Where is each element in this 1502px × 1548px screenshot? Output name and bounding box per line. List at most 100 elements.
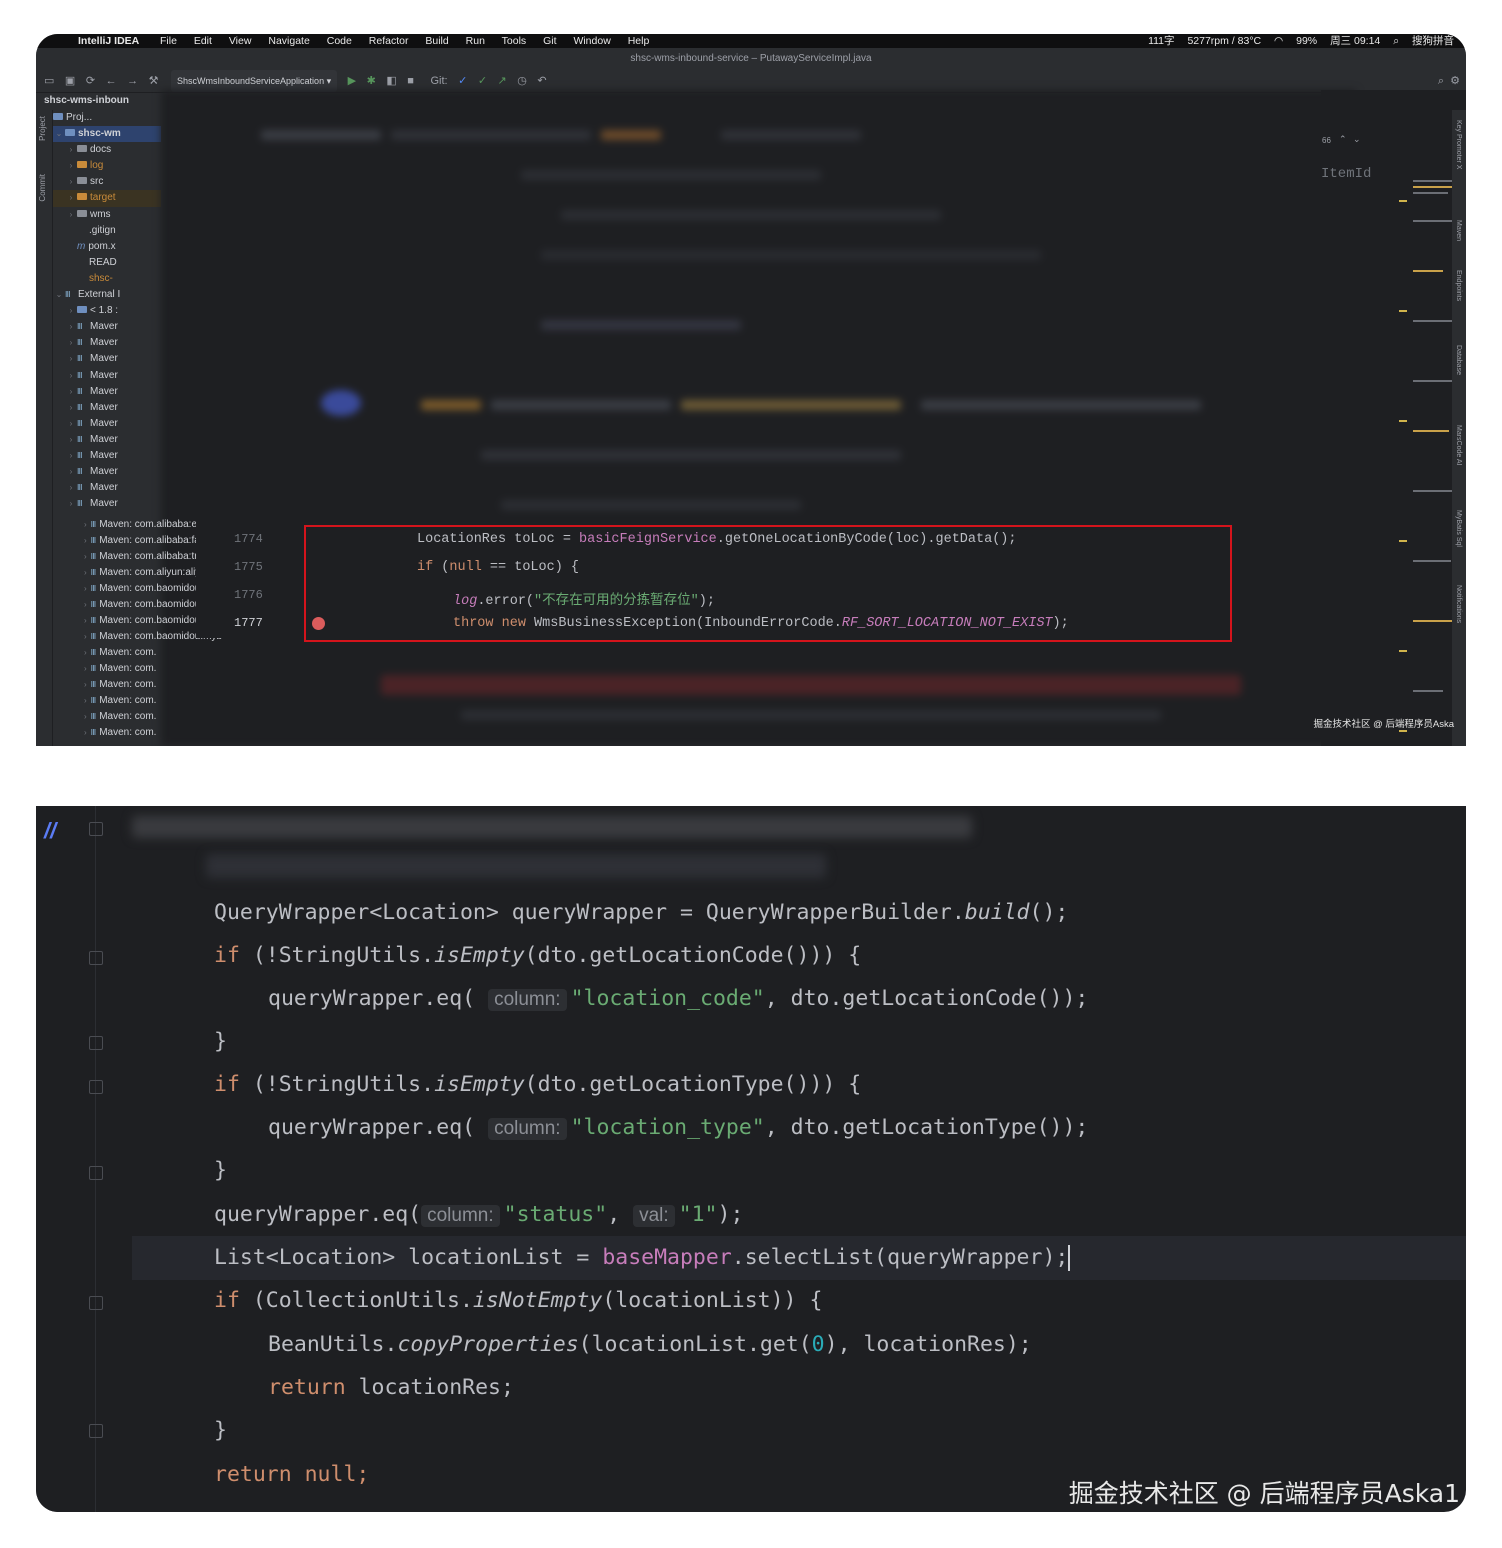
- code-line-eq-location-code[interactable]: queryWrapper.eq( column: "location_code",…: [268, 986, 1088, 1011]
- menu-tools[interactable]: Tools: [502, 35, 527, 47]
- endpoints-tab[interactable]: Endpoints: [1455, 270, 1462, 301]
- settings-gear-icon[interactable]: ⚙: [1450, 70, 1460, 92]
- code-line-select-list[interactable]: List<Location> locationList = baseMapper…: [214, 1245, 1071, 1271]
- fold-marker-icon[interactable]: [89, 1424, 103, 1438]
- key-promoter-tab[interactable]: Key Promoter X: [1455, 120, 1462, 169]
- tree-item-shsc[interactable]: shsc-: [53, 271, 161, 287]
- project-breadcrumb[interactable]: shsc-wms-inboun: [36, 93, 164, 109]
- project-panel-header[interactable]: Proj...: [53, 110, 161, 126]
- git-update-icon[interactable]: ✓: [458, 70, 467, 92]
- tree-item-target[interactable]: › target: [53, 190, 161, 207]
- menu-window[interactable]: Window: [573, 35, 610, 47]
- run-config-select[interactable]: ShscWmsInboundServiceApplication ▾: [171, 70, 338, 92]
- tree-item-docs[interactable]: › docs: [53, 142, 161, 158]
- fold-marker-icon[interactable]: [89, 1036, 103, 1050]
- tree-maven-item[interactable]: › Ⅲ Maver: [53, 480, 161, 496]
- clock[interactable]: 周三 09:14: [1330, 35, 1380, 47]
- tree-maven-item[interactable]: › Ⅲ Maver: [53, 416, 161, 432]
- tree-maven-item[interactable]: › Ⅲ Maven: com.: [84, 695, 156, 706]
- code-line-if-not-empty[interactable]: if (CollectionUtils.isNotEmpty(locationL…: [214, 1288, 822, 1313]
- back-icon[interactable]: ←: [106, 70, 117, 92]
- menu-view[interactable]: View: [229, 35, 252, 47]
- code-line-query-wrapper[interactable]: QueryWrapper<Location> queryWrapper = Qu…: [214, 900, 1068, 925]
- code-line-return-null[interactable]: return null;: [214, 1462, 369, 1487]
- tree-maven-item[interactable]: › Ⅲ Maven: com.: [84, 663, 156, 674]
- tree-jdk[interactable]: › < 1.8 :: [53, 303, 161, 319]
- tree-maven-item[interactable]: › Ⅲ Maver: [53, 432, 161, 448]
- fold-marker-icon[interactable]: [89, 822, 103, 836]
- fan-temp[interactable]: 5277rpm / 83°C: [1187, 35, 1261, 47]
- sync-icon[interactable]: ⟳: [86, 70, 95, 92]
- tree-maven-item[interactable]: › Ⅲ Maver: [53, 319, 161, 335]
- menu-navigate[interactable]: Navigate: [268, 35, 309, 47]
- forward-icon[interactable]: →: [127, 70, 138, 92]
- code-line-return-location-res[interactable]: return locationRes;: [268, 1375, 514, 1400]
- notifications-tab[interactable]: Notifications: [1455, 585, 1462, 623]
- find-next-icon[interactable]: ⌄: [1353, 134, 1361, 145]
- code-line-if-location-code[interactable]: if (!StringUtils.isEmpty(dto.getLocation…: [214, 943, 861, 968]
- fold-marker-icon[interactable]: [89, 951, 103, 965]
- code-line-close-brace[interactable]: }: [214, 1418, 227, 1443]
- menu-help[interactable]: Help: [628, 35, 650, 47]
- tree-external-libs[interactable]: ⌄ Ⅲ External I: [53, 287, 161, 303]
- menu-run[interactable]: Run: [466, 35, 485, 47]
- history-icon[interactable]: ◷: [517, 70, 527, 92]
- tree-maven-item[interactable]: › Ⅲ Maver: [53, 496, 161, 512]
- tree-maven-item[interactable]: › Ⅲ Maver: [53, 351, 161, 367]
- tree-maven-item[interactable]: › Ⅲ Maven: com.: [84, 727, 156, 738]
- tree-item-src[interactable]: › src: [53, 174, 161, 190]
- mybatis-sql-tab[interactable]: MyBatis Sql: [1455, 510, 1462, 547]
- spotlight-icon[interactable]: ⌕: [1393, 35, 1399, 47]
- marscode-ai-tab[interactable]: MarsCode AI: [1455, 425, 1462, 465]
- open-folder-icon[interactable]: ▭: [44, 70, 54, 92]
- tree-item-gitignore[interactable]: .gitign: [53, 223, 161, 239]
- rollback-icon[interactable]: ↶: [537, 70, 546, 92]
- code-line-copy-properties[interactable]: BeanUtils.copyProperties(locationList.ge…: [268, 1332, 1032, 1357]
- menu-git[interactable]: Git: [543, 35, 556, 47]
- menu-file[interactable]: File: [160, 35, 177, 47]
- fold-marker-icon[interactable]: [89, 1080, 103, 1094]
- tree-item-log[interactable]: › log: [53, 158, 161, 174]
- database-tab[interactable]: Database: [1455, 345, 1462, 375]
- search-icon[interactable]: ⌕: [1438, 70, 1444, 92]
- tree-maven-item[interactable]: › Ⅲ Maver: [53, 384, 161, 400]
- input-method[interactable]: 搜狗拼音: [1412, 35, 1454, 47]
- coverage-icon[interactable]: ◧: [386, 70, 396, 92]
- app-name[interactable]: IntelliJ IDEA: [78, 34, 139, 48]
- tree-maven-item[interactable]: › Ⅲ Maven: com.: [84, 647, 156, 658]
- tree-maven-item[interactable]: › Ⅲ Maver: [53, 400, 161, 416]
- maven-tab[interactable]: Maven: [1455, 220, 1462, 241]
- debug-icon[interactable]: ✱: [367, 70, 376, 92]
- menu-edit[interactable]: Edit: [194, 35, 212, 47]
- tree-maven-item[interactable]: › Ⅲ Maven: com.: [84, 679, 156, 690]
- fold-marker-icon[interactable]: [89, 1296, 103, 1310]
- fold-marker-icon[interactable]: [89, 1166, 103, 1180]
- code-line-eq-location-type[interactable]: queryWrapper.eq( column: "location_type",…: [268, 1115, 1088, 1140]
- git-push-icon[interactable]: ↗: [498, 70, 507, 92]
- tree-maven-item[interactable]: › Ⅲ Maver: [53, 464, 161, 480]
- code-line-eq-status[interactable]: queryWrapper.eq(column: "status", val: "1"…: [214, 1202, 743, 1227]
- tree-item-wms[interactable]: › wms: [53, 207, 161, 223]
- tree-item-readme[interactable]: READ: [53, 255, 161, 271]
- menu-build[interactable]: Build: [425, 35, 448, 47]
- tree-maven-item[interactable]: › Ⅲ Maver: [53, 448, 161, 464]
- find-prev-icon[interactable]: ⌃: [1339, 134, 1347, 145]
- git-commit-icon[interactable]: ✓: [478, 70, 487, 92]
- commit-tool-tab[interactable]: Commit: [38, 174, 47, 202]
- tree-root[interactable]: ⌄ shsc-wm: [53, 126, 161, 143]
- wifi-icon[interactable]: ◠: [1274, 35, 1283, 47]
- battery-percent[interactable]: 99%: [1296, 35, 1317, 47]
- code-line-close-brace[interactable]: }: [214, 1029, 227, 1054]
- menu-code[interactable]: Code: [327, 35, 352, 47]
- word-count[interactable]: 111字: [1148, 35, 1174, 47]
- tree-item-pom[interactable]: m pom.x: [53, 239, 161, 255]
- project-tool-tab[interactable]: Project: [38, 116, 47, 141]
- tree-maven-item[interactable]: › Ⅲ Maven: com.: [84, 711, 156, 722]
- save-icon[interactable]: ▣: [65, 70, 75, 92]
- code-line-if-location-type[interactable]: if (!StringUtils.isEmpty(dto.getLocation…: [214, 1072, 861, 1097]
- build-icon[interactable]: ⚒: [149, 70, 159, 92]
- code-line-close-brace[interactable]: }: [214, 1158, 227, 1183]
- menu-refactor[interactable]: Refactor: [369, 35, 409, 47]
- run-icon[interactable]: ▶: [348, 70, 356, 92]
- stop-icon[interactable]: ■: [407, 70, 414, 92]
